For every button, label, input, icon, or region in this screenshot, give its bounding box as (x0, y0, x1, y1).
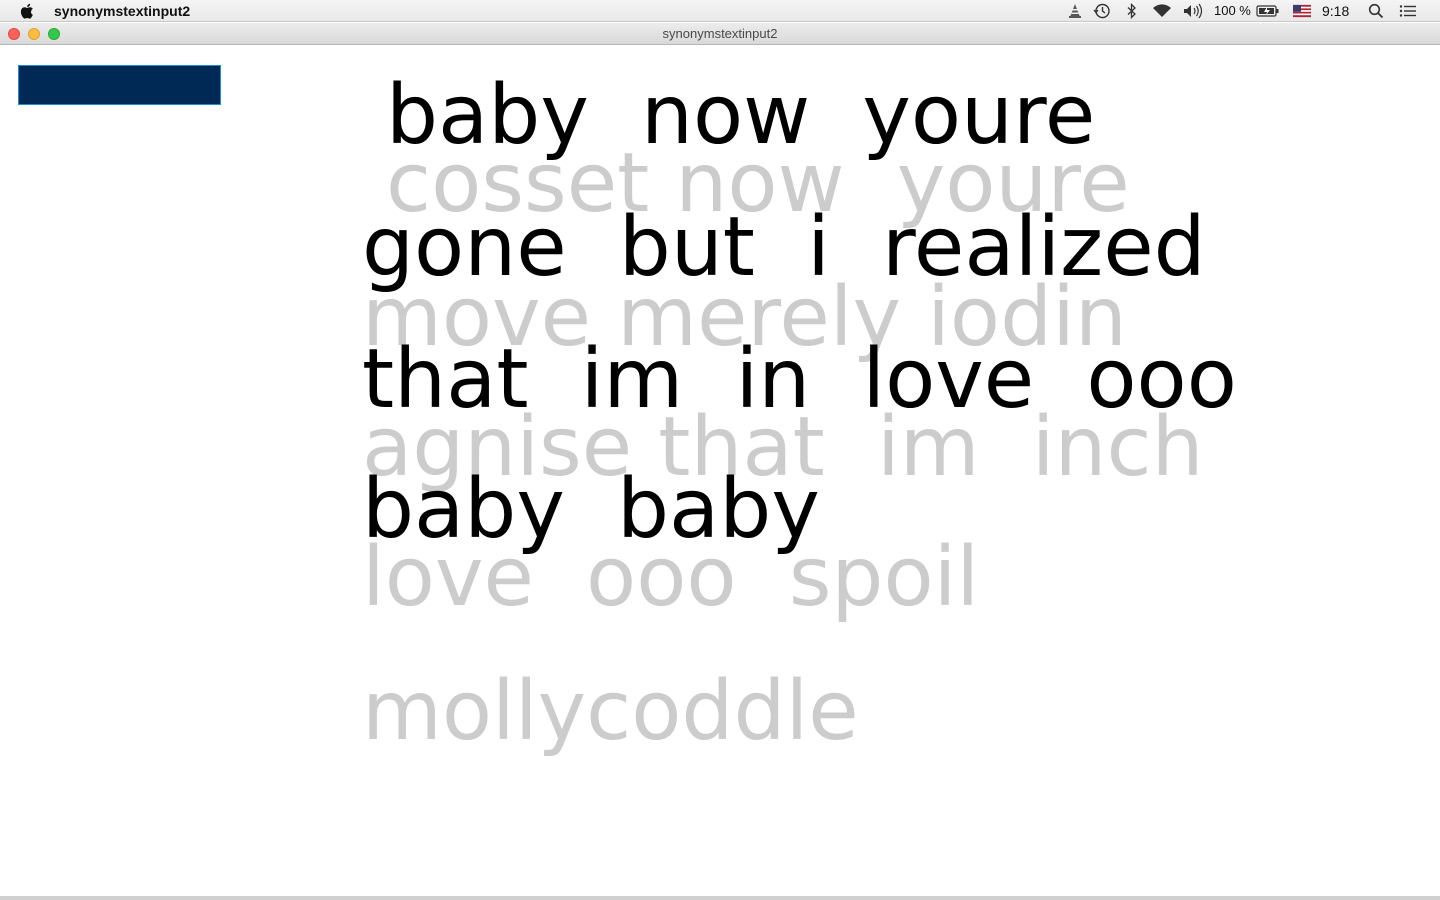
menubar-clock[interactable]: 9:18 (1322, 3, 1349, 19)
window-bottom-edge (0, 896, 1440, 900)
app-menu-name[interactable]: synonymstextinput2 (54, 2, 190, 20)
vlc-cone-icon[interactable] (1067, 3, 1083, 19)
window-title: synonymstextinput2 (662, 26, 778, 41)
lyric-line: baby now youre (386, 68, 1096, 163)
sketch-canvas: cosset now youre move merely iodin agnis… (0, 45, 1440, 897)
synonym-line: mollycoddle (362, 664, 859, 759)
apple-icon[interactable] (20, 2, 36, 20)
bluetooth-icon[interactable] (1126, 3, 1138, 19)
time-machine-icon[interactable] (1093, 3, 1111, 19)
lyrics-text-input[interactable] (18, 65, 221, 105)
notification-center-icon[interactable] (1398, 3, 1418, 19)
lyric-line: gone but i realized (362, 200, 1206, 295)
lyric-line: that im in love ooo (362, 332, 1237, 427)
volume-icon[interactable] (1182, 3, 1204, 19)
spotlight-icon[interactable] (1368, 3, 1384, 19)
lyric-line: baby baby (362, 462, 820, 557)
us-flag-icon[interactable] (1293, 3, 1311, 19)
wifi-icon[interactable] (1151, 3, 1173, 19)
battery-icon[interactable] (1256, 3, 1280, 19)
window-titlebar[interactable]: synonymstextinput2 (0, 23, 1440, 45)
menu-bar: synonymstextinput2 100 % 9:18 (0, 0, 1440, 22)
battery-percent: 100 % (1214, 3, 1251, 18)
